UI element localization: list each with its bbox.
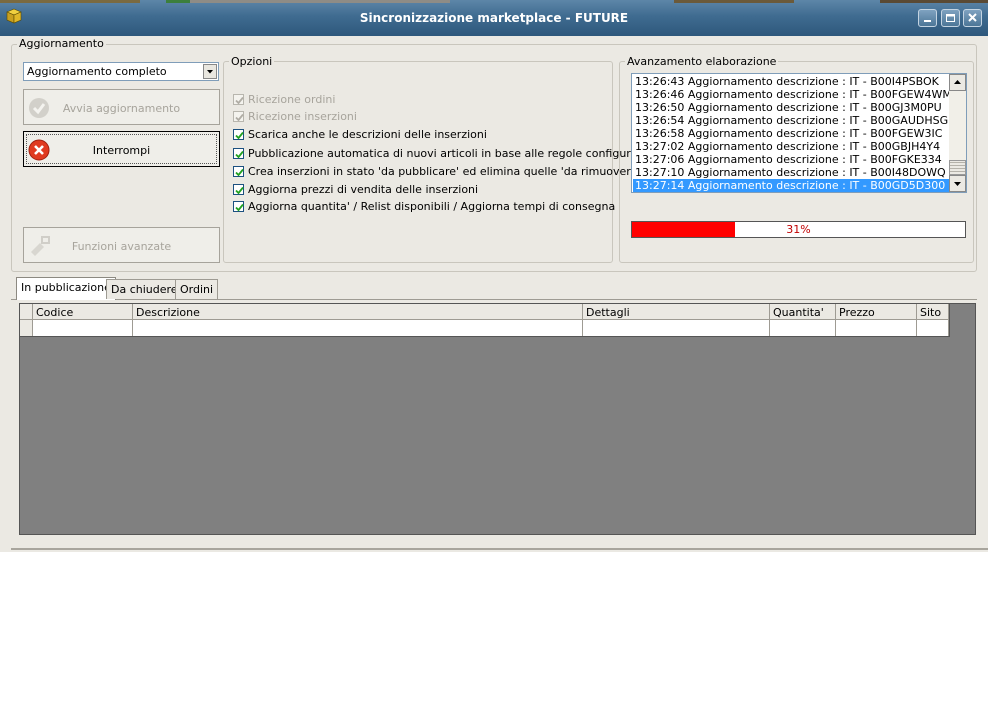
column-header[interactable]: Dettagli xyxy=(583,304,770,320)
checkmark-icon xyxy=(235,168,244,177)
log-entry[interactable]: 13:26:54 Aggiornamento descrizione : IT … xyxy=(635,114,950,127)
stop-label: Interrompi xyxy=(92,144,151,157)
log-listbox[interactable]: 13:26:43 Aggiornamento descrizione : IT … xyxy=(631,73,967,193)
main-window: Sincronizzazione marketplace - FUTURE Ag… xyxy=(0,0,988,552)
tab-in-pubblicazione[interactable]: In pubblicazione xyxy=(16,277,116,300)
close-icon xyxy=(968,13,977,22)
advanced-functions-label: Funzioni avanzate xyxy=(71,240,172,253)
checkbox-box[interactable] xyxy=(233,184,244,195)
option-label: Scarica anche le descrizioni delle inser… xyxy=(248,128,487,141)
column-header[interactable]: Quantita' xyxy=(770,304,836,320)
checkmark-icon xyxy=(235,203,244,212)
scroll-down-button[interactable] xyxy=(949,175,966,192)
checkbox-box[interactable] xyxy=(233,148,244,159)
options-group-legend: Opzioni xyxy=(229,55,275,68)
log-entry[interactable]: 13:27:14 Aggiornamento descrizione : IT … xyxy=(633,179,951,192)
checkbox-box[interactable] xyxy=(233,94,244,105)
option-label: Ricezione inserzioni xyxy=(248,110,357,123)
column-header[interactable]: Descrizione xyxy=(133,304,583,320)
progress-bar: 31% xyxy=(631,221,966,238)
scroll-thumb[interactable] xyxy=(949,160,966,175)
maximize-icon xyxy=(946,14,955,22)
desktop-strip xyxy=(0,0,140,3)
progress-percent: 31% xyxy=(786,223,811,236)
grid-cell[interactable] xyxy=(770,320,836,336)
checkmark-icon xyxy=(235,186,244,195)
checkmark-icon xyxy=(235,150,244,159)
desktop-strip xyxy=(166,0,190,3)
progress-group-legend: Avanzamento elaborazione xyxy=(625,55,779,68)
option-label: Aggiorna quantita' / Relist disponibili … xyxy=(248,200,616,213)
log-scrollbar[interactable] xyxy=(949,74,966,192)
chevron-down-icon xyxy=(954,182,961,186)
option-label: Pubblicazione automatica di nuovi artico… xyxy=(248,147,649,160)
log-entry[interactable]: 13:26:50 Aggiornamento descrizione : IT … xyxy=(635,101,950,114)
grid-cell[interactable] xyxy=(33,320,133,336)
log-entry[interactable]: 13:27:02 Aggiornamento descrizione : IT … xyxy=(635,140,950,153)
minimize-button[interactable] xyxy=(918,9,937,27)
log-entry[interactable]: 13:27:10 Aggiornamento descrizione : IT … xyxy=(635,166,950,179)
checkbox-box[interactable] xyxy=(233,129,244,140)
minimize-icon xyxy=(924,20,931,22)
row-indicator-header xyxy=(20,304,33,320)
grid-cell[interactable] xyxy=(133,320,583,336)
column-header[interactable]: Codice xyxy=(33,304,133,320)
checkmark-icon xyxy=(235,96,244,105)
desktop-strip xyxy=(190,0,450,3)
checkbox-box[interactable] xyxy=(233,111,244,122)
desktop-strip xyxy=(674,0,794,3)
log-entry[interactable]: 13:27:06 Aggiornamento descrizione : IT … xyxy=(635,153,950,166)
close-button[interactable] xyxy=(963,9,982,27)
scroll-up-button[interactable] xyxy=(949,74,966,91)
option-label: Crea inserzioni in stato 'da pubblicare'… xyxy=(248,165,641,178)
grid-cell[interactable] xyxy=(917,320,949,336)
status-divider xyxy=(11,548,988,550)
desktop-strip xyxy=(880,0,988,3)
checkmark-icon xyxy=(235,131,244,140)
checkbox-box[interactable] xyxy=(233,166,244,177)
options-group xyxy=(223,61,613,263)
window-title: Sincronizzazione marketplace - FUTURE xyxy=(359,11,629,25)
grid-cell[interactable] xyxy=(583,320,770,336)
chevron-up-icon xyxy=(954,80,961,84)
log-entry[interactable]: 13:26:43 Aggiornamento descrizione : IT … xyxy=(635,75,950,88)
update-mode-value: Aggiornamento completo xyxy=(27,65,167,78)
start-update-label: Avvia aggiornamento xyxy=(62,102,181,115)
option-label: Aggiorna prezzi di vendita delle inserzi… xyxy=(248,183,479,196)
update-mode-select[interactable]: Aggiornamento completo xyxy=(23,62,219,81)
tab-da-chiudere[interactable]: Da chiudere xyxy=(106,279,183,299)
column-header[interactable]: Prezzo xyxy=(836,304,917,320)
checkbox-box[interactable] xyxy=(233,201,244,212)
advanced-functions-button[interactable]: Funzioni avanzate xyxy=(23,227,220,263)
log-entry[interactable]: 13:26:46 Aggiornamento descrizione : IT … xyxy=(635,88,952,101)
chevron-down-icon[interactable] xyxy=(203,64,217,79)
update-group-legend: Aggiornamento xyxy=(17,37,106,50)
grid-cell[interactable] xyxy=(836,320,917,336)
grid-background xyxy=(19,303,976,535)
checkmark-icon xyxy=(235,113,244,122)
start-update-button[interactable]: Avvia aggiornamento xyxy=(23,89,220,125)
log-entry[interactable]: 13:26:58 Aggiornamento descrizione : IT … xyxy=(635,127,950,140)
row-indicator[interactable] xyxy=(20,320,33,336)
column-header[interactable]: Sito xyxy=(917,304,949,320)
option-label: Ricezione ordini xyxy=(248,93,336,106)
tab-strip-line xyxy=(11,299,977,300)
stop-button[interactable]: Interrompi xyxy=(23,131,220,167)
tab-ordini[interactable]: Ordini xyxy=(175,279,219,299)
title-bar[interactable]: Sincronizzazione marketplace - FUTURE xyxy=(0,0,988,36)
maximize-button[interactable] xyxy=(941,9,960,27)
items-grid[interactable]: Codice Descrizione Dettagli Quantita' Prezzo… xyxy=(19,303,950,337)
